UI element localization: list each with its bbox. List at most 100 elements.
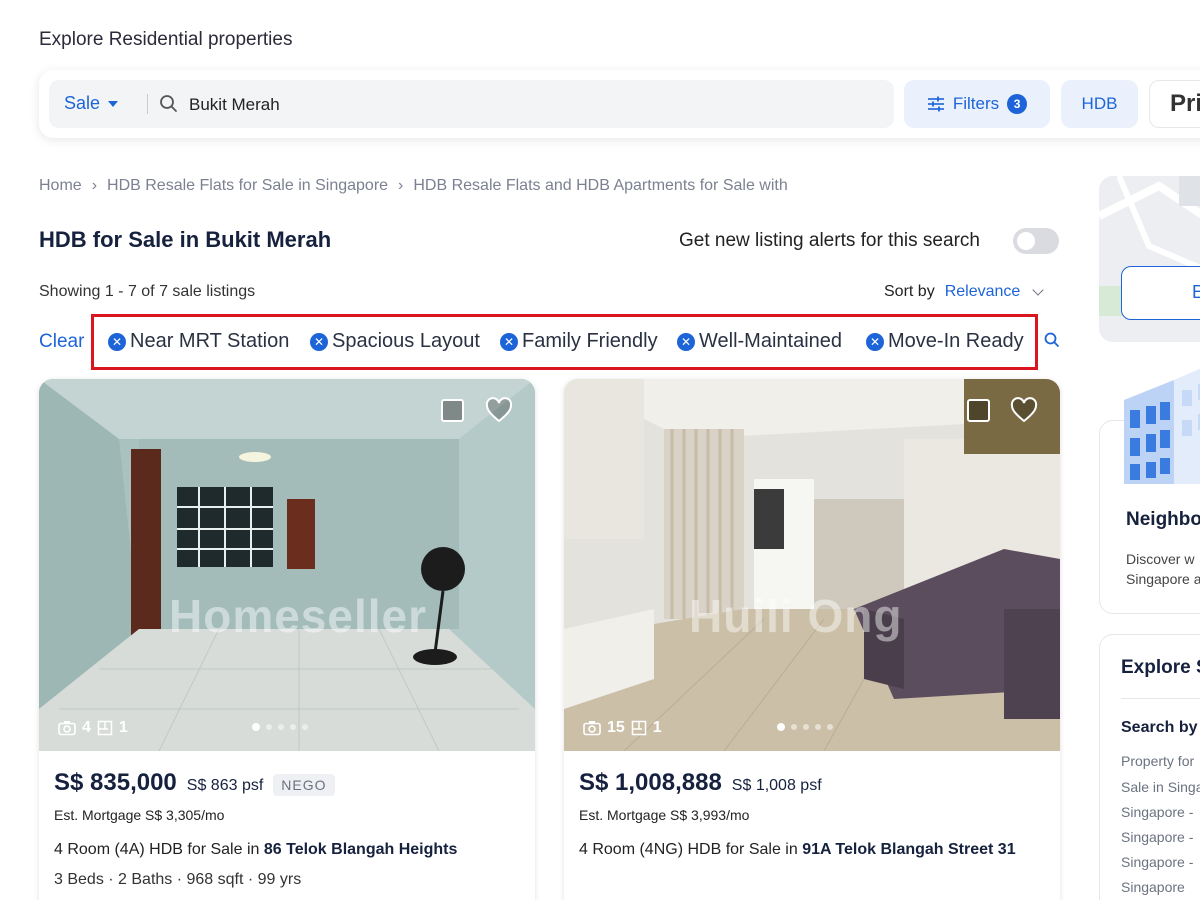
heart-icon[interactable] (485, 397, 513, 425)
explore-link[interactable]: Property for (1121, 753, 1194, 769)
listing-info: S$ 1,008,888 S$ 1,008 psf Est. Mortgage … (564, 751, 1060, 863)
photo-watermark: Homeseller (169, 590, 428, 642)
search-icon[interactable] (1043, 331, 1061, 349)
photo-carousel-dots[interactable] (252, 723, 308, 731)
listing-title[interactable]: 4 Room (4A) HDB for Sale in 86 Telok Bla… (54, 837, 520, 863)
sort-value: Relevance (944, 283, 1021, 300)
page-heading: Explore Residential properties (39, 29, 293, 50)
chevron-down-icon (1032, 284, 1044, 296)
media-count: 4 1 (58, 719, 128, 737)
compare-checkbox[interactable] (967, 399, 990, 422)
neighbourhood-text-line: Discover w (1126, 551, 1195, 567)
floorplan-icon (97, 720, 113, 736)
listing-info: S$ 835,000 S$ 863 psf NEGO Est. Mortgage… (39, 751, 535, 889)
explore-link[interactable]: Singapore - (1121, 804, 1193, 820)
search-by-heading: Search by (1121, 719, 1198, 736)
clear-tags-button[interactable]: Clear (39, 331, 84, 353)
price-filter-label: Pric (1170, 90, 1200, 117)
room-photo-image (39, 379, 535, 751)
listing-title-prefix: 4 Room (4NG) HDB for Sale in (579, 841, 803, 858)
listing-specs: 3 Beds · 2 Baths · 968 sqft · 99 yrs (54, 870, 302, 888)
listing-alert-label: Get new listing alerts for this search (679, 230, 980, 251)
building-icon (1124, 368, 1200, 484)
mortgage-estimate: Est. Mortgage S$ 3,305/mo (54, 807, 225, 823)
search-bar: Sale Bukit Merah Filters 3 HDB Pric (39, 70, 1200, 138)
tag-chip[interactable]: ✕ Family Friendly (500, 330, 658, 353)
explore-link[interactable]: Singapore - (1121, 854, 1193, 870)
remove-tag-icon[interactable]: ✕ (500, 332, 518, 351)
search-input[interactable]: Bukit Merah (189, 95, 280, 115)
price-filter-button[interactable]: Pric (1149, 80, 1200, 128)
tag-chip[interactable]: ✕ Move-In Ready (866, 330, 1024, 353)
remove-tag-icon[interactable]: ✕ (310, 332, 328, 351)
filters-label: Filters (952, 94, 1000, 113)
negotiable-badge: NEGO (273, 774, 335, 796)
price-per-sqft: S$ 863 psf (186, 777, 264, 794)
breadcrumb-hdb-resale[interactable]: HDB Resale Flats for Sale in Singapore (107, 177, 388, 195)
page-title: HDB for Sale in Bukit Merah (39, 227, 332, 252)
explore-link[interactable]: Singapore (1121, 879, 1185, 895)
neighbourhood-text: Discover w Singapore a (1126, 549, 1200, 590)
breadcrumb-separator: › (398, 177, 404, 194)
results-count: Showing 1 - 7 of 7 sale listings (39, 283, 256, 300)
caret-down-icon (108, 100, 119, 107)
listing-type-dropdown[interactable]: Sale (64, 93, 119, 114)
listing-price: S$ 835,000 (54, 769, 177, 796)
listing-address: 91A Telok Blangah Street 31 (802, 841, 1016, 858)
remove-tag-icon[interactable]: ✕ (866, 332, 884, 351)
divider (1121, 698, 1200, 699)
listing-card[interactable]: Huili Ong 15 1 S$ 1,008,888 S$ 1,008 psf… (564, 379, 1060, 900)
hdb-filter-label: HDB (1081, 94, 1118, 113)
photo-count: 15 (607, 719, 625, 736)
breadcrumb-home[interactable]: Home (39, 177, 82, 195)
filters-button[interactable]: Filters 3 (904, 80, 1050, 128)
neighbourhood-title: Neighbo (1126, 509, 1200, 530)
listing-title-prefix: 4 Room (4A) HDB for Sale in (54, 841, 264, 858)
tag-label: Move-In Ready (888, 330, 1024, 352)
remove-tag-icon[interactable]: ✕ (677, 332, 695, 351)
listing-card[interactable]: Homeseller 4 1 S$ 835,000 S$ 863 psf NEG… (39, 379, 535, 900)
compare-checkbox[interactable] (441, 399, 464, 422)
tag-chip[interactable]: ✕ Well-Maintained (677, 330, 842, 353)
search-icon (160, 95, 177, 112)
camera-icon (58, 721, 76, 736)
photo-count: 4 (82, 719, 91, 736)
remove-tag-icon[interactable]: ✕ (108, 332, 126, 351)
tag-chip[interactable]: ✕ Spacious Layout (310, 330, 480, 353)
tag-label: Well-Maintained (699, 330, 843, 352)
filters-count-badge: 3 (1007, 94, 1028, 114)
photo-carousel-dots[interactable] (777, 723, 833, 731)
camera-icon (583, 721, 601, 736)
map-view-button[interactable]: E (1121, 266, 1200, 320)
search-box[interactable]: Sale Bukit Merah (49, 80, 894, 128)
tag-chip[interactable]: ✕ Near MRT Station (108, 330, 289, 353)
neighbourhood-text-line: Singapore a (1126, 571, 1200, 588)
room-photo-image (564, 379, 1060, 751)
listing-photo[interactable]: Homeseller 4 1 (39, 379, 535, 751)
hdb-filter-button[interactable]: HDB (1061, 80, 1138, 128)
tag-label: Spacious Layout (332, 330, 480, 352)
breadcrumb: Home › HDB Resale Flats for Sale in Sing… (39, 177, 788, 195)
listing-type-value: Sale (64, 93, 101, 113)
sliders-icon (927, 96, 944, 112)
floorplan-icon (631, 720, 647, 736)
sort-label: Sort by (884, 283, 935, 300)
listing-alert-toggle[interactable] (1013, 228, 1059, 254)
listing-photo[interactable]: Huili Ong 15 1 (564, 379, 1060, 751)
mortgage-estimate: Est. Mortgage S$ 3,993/mo (579, 807, 750, 823)
listing-price: S$ 1,008,888 (579, 769, 722, 796)
heart-icon[interactable] (1010, 397, 1038, 425)
breadcrumb-current[interactable]: HDB Resale Flats and HDB Apartments for … (413, 177, 787, 195)
listing-title[interactable]: 4 Room (4NG) HDB for Sale in 91A Telok B… (579, 837, 1045, 863)
breadcrumb-separator: › (91, 177, 98, 194)
floorplan-count: 1 (652, 719, 662, 736)
listing-address: 86 Telok Blangah Heights (263, 841, 458, 858)
explore-link[interactable]: Singapore - (1121, 829, 1193, 845)
price-per-sqft: S$ 1,008 psf (731, 777, 822, 794)
sort-dropdown[interactable]: Sort by Relevance (884, 283, 1044, 301)
tag-label: Family Friendly (522, 330, 658, 352)
media-count: 15 1 (583, 719, 662, 737)
divider (147, 94, 148, 114)
explore-title: Explore S (1121, 657, 1200, 678)
explore-link[interactable]: Sale in Singa (1121, 779, 1200, 795)
